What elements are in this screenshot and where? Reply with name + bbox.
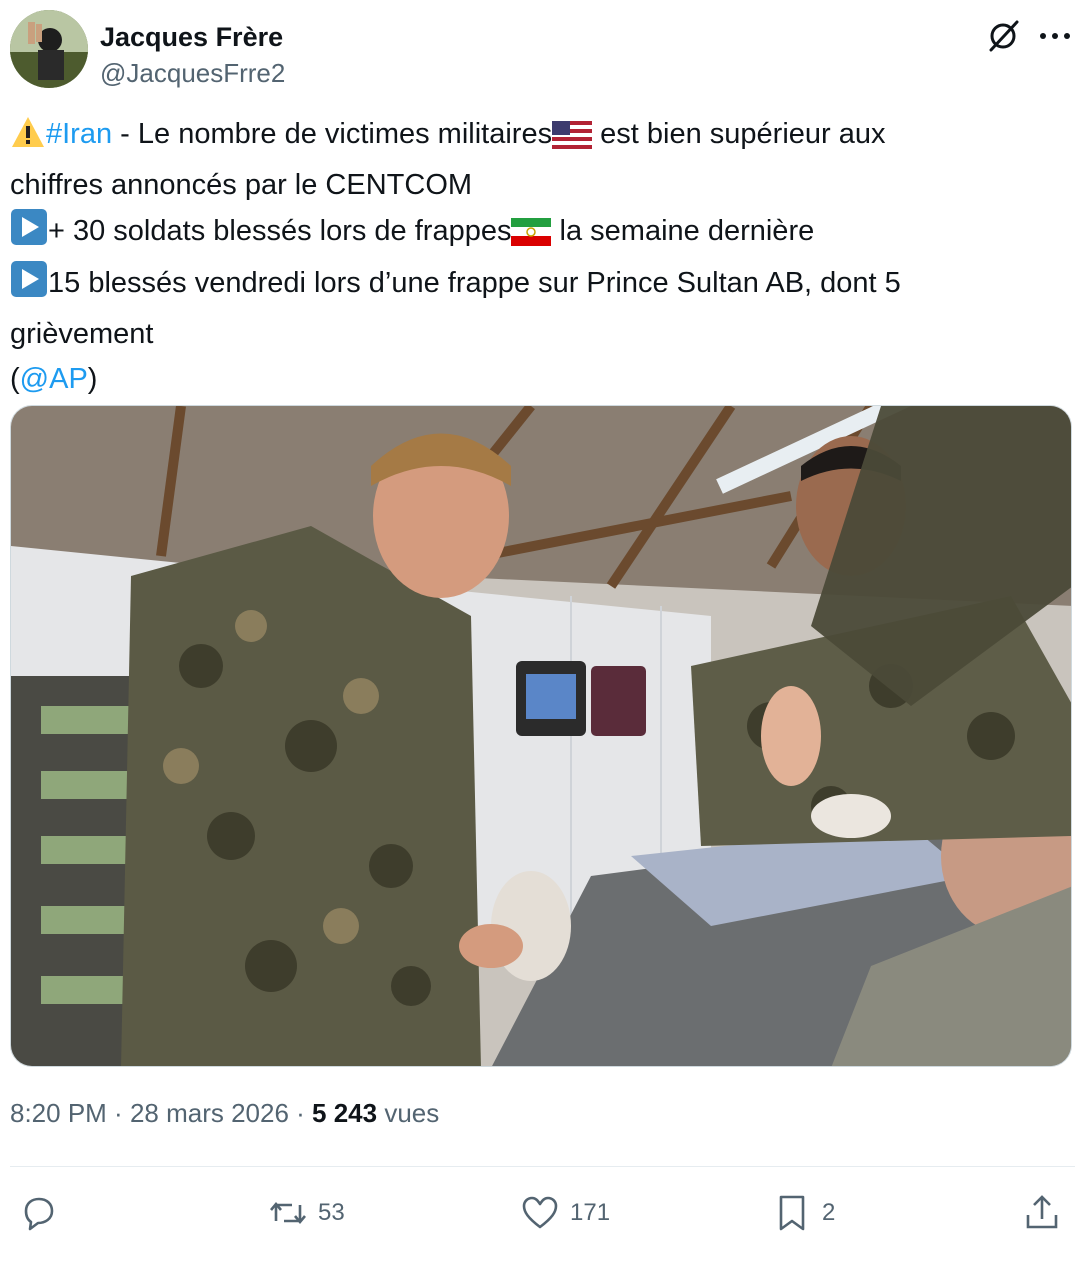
retweet-button[interactable]: 53: [268, 1190, 345, 1236]
tweet-line-4: 15 blessés vendredi lors d’une frappe su…: [10, 260, 1060, 312]
paren-close: ): [87, 363, 98, 395]
tweet-text-segment: 15 blessés vendredi lors d’une frappe su…: [48, 267, 901, 299]
views-count: 5 243: [312, 1098, 378, 1128]
tweet-text-segment: la semaine dernière: [551, 215, 815, 247]
iran-flag-icon: [511, 215, 552, 260]
tweet-time[interactable]: 8:20 PM: [10, 1098, 107, 1128]
tweet-line-5: grièvement: [10, 318, 154, 350]
meta-separator: ·: [106, 1098, 130, 1128]
share-icon: [1026, 1195, 1058, 1229]
tweet-date[interactable]: 28 mars 2026: [130, 1098, 289, 1128]
like-count: 171: [570, 1199, 611, 1226]
tweet-text-segment: est bien supérieur aux: [592, 118, 886, 150]
reply-button[interactable]: [18, 1190, 68, 1236]
tweet-text: #Iran - Le nombre de victimes militaires…: [10, 112, 1060, 402]
hashtag-iran-link[interactable]: #Iran: [46, 118, 112, 150]
tweet-header: Jacques Frère @JacquesFrre2: [10, 10, 1075, 90]
like-button[interactable]: 171: [520, 1190, 610, 1236]
tweet-line-3: + 30 soldats blessés lors de frappes la …: [10, 208, 1060, 260]
bookmark-count: 2: [822, 1199, 836, 1226]
heart-icon: [522, 1196, 558, 1229]
reply-icon: [24, 1197, 54, 1231]
author-handle[interactable]: @JacquesFrre2: [100, 58, 285, 89]
divider: [10, 1166, 1075, 1167]
retweet-count: 53: [318, 1199, 345, 1226]
tweet-line-1: #Iran - Le nombre de victimes militaires…: [10, 112, 1060, 163]
share-button[interactable]: [1022, 1190, 1062, 1236]
tweet-line-2: chiffres annoncés par le CENTCOM: [10, 169, 473, 201]
bookmark-icon: [779, 1195, 805, 1231]
play-button-icon: [10, 208, 48, 260]
us-flag-icon: [552, 118, 593, 163]
avatar[interactable]: [10, 10, 88, 88]
grok-icon[interactable]: [983, 16, 1023, 56]
tweet-text-segment: + 30 soldats blessés lors de frappes: [48, 215, 512, 247]
warning-icon: [10, 115, 46, 163]
author-name[interactable]: Jacques Frère: [100, 22, 283, 53]
meta-separator: ·: [288, 1098, 313, 1128]
bookmark-button[interactable]: 2: [772, 1190, 835, 1236]
action-bar: 53 171 2: [0, 1190, 1085, 1240]
retweet-icon: [270, 1201, 306, 1225]
views-label: vues: [377, 1098, 440, 1128]
more-options-icon[interactable]: [1035, 18, 1075, 54]
tweet-meta: 8:20 PM · 28 mars 2026 · 5 243 vues: [10, 1098, 439, 1129]
tweet-photo[interactable]: [10, 405, 1072, 1067]
mention-ap-link[interactable]: @AP: [20, 363, 88, 395]
tweet-line-6: (@AP): [10, 357, 1060, 402]
paren-open: (: [10, 363, 20, 395]
play-button-icon: [10, 260, 48, 312]
tweet-text-segment: - Le nombre de victimes militaires: [112, 118, 553, 150]
